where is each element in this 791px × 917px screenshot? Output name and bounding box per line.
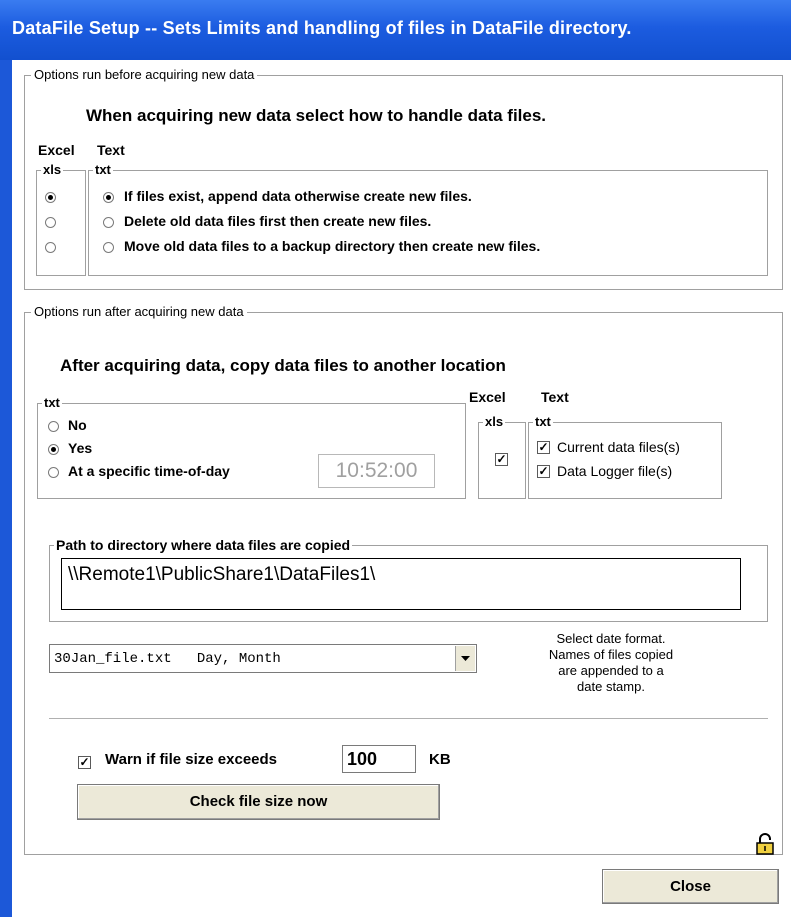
date-format-help-line: Names of files copied	[548, 647, 674, 662]
before-options-legend: Options run before acquiring new data	[31, 67, 258, 83]
after-xls-group: xls ✓	[478, 414, 526, 499]
data-logger-files-checkbox[interactable]: ✓	[537, 465, 550, 478]
current-data-files-label[interactable]: Current data files(s)	[557, 439, 680, 455]
before-txt-group: txt If files exist, append data otherwis…	[88, 162, 768, 276]
before-options-group: Options run before acquiring new data Wh…	[24, 67, 783, 290]
xls-move-radio[interactable]	[45, 242, 56, 253]
path-label: Path to directory where data files are c…	[54, 537, 353, 553]
copy-txt-label: txt	[42, 395, 62, 411]
before-excel-header: Excel	[38, 142, 75, 158]
time-of-day-input[interactable]: 10:52:00	[318, 454, 435, 488]
xls-append-radio[interactable]	[45, 192, 56, 203]
warn-size-checkbox[interactable]: ✓	[78, 756, 91, 769]
check-file-size-button[interactable]: Check file size now	[77, 784, 440, 820]
copy-no-label[interactable]: No	[68, 417, 87, 433]
txt-delete-label[interactable]: Delete old data files first then create …	[124, 213, 431, 229]
txt-delete-radio[interactable]	[103, 217, 114, 228]
before-text-header: Text	[97, 142, 125, 158]
window-left-border	[0, 60, 12, 917]
after-txt-label: txt	[533, 414, 553, 430]
txt-move-label[interactable]: Move old data files to a backup director…	[124, 238, 540, 254]
date-format-value: 30Jan_file.txt Day, Month	[54, 651, 281, 667]
copy-yes-label[interactable]: Yes	[68, 440, 92, 456]
copy-xls-checkbox[interactable]: ✓	[495, 453, 508, 466]
before-xls-label: xls	[41, 162, 64, 178]
warn-size-unit: KB	[429, 751, 451, 768]
path-group: Path to directory where data files are c…	[49, 537, 768, 622]
copy-time-radio[interactable]	[48, 467, 59, 478]
divider	[49, 718, 768, 719]
window-title: DataFile Setup -- Sets Limits and handli…	[12, 18, 632, 38]
copy-time-label[interactable]: At a specific time-of-day	[68, 463, 230, 479]
after-heading: After acquiring data, copy data files to…	[60, 356, 506, 375]
before-xls-group: xls	[36, 162, 86, 276]
date-format-select[interactable]: 30Jan_file.txt Day, Month	[49, 644, 477, 673]
warn-size-label[interactable]: Warn if file size exceeds	[105, 751, 277, 768]
warn-size-input[interactable]: 100	[342, 745, 416, 773]
close-button[interactable]: Close	[602, 869, 779, 904]
dialog-client: Options run before acquiring new data Wh…	[12, 60, 791, 917]
txt-append-radio[interactable]	[103, 192, 114, 203]
date-format-help-line: date stamp.	[577, 679, 645, 694]
before-txt-label: txt	[93, 162, 113, 178]
xls-delete-radio[interactable]	[45, 217, 56, 228]
copy-yes-radio[interactable]	[48, 444, 59, 455]
path-input[interactable]: \\Remote1\PublicShare1\DataFiles1\	[61, 558, 741, 610]
txt-move-radio[interactable]	[103, 242, 114, 253]
chevron-down-icon[interactable]	[455, 646, 475, 671]
after-options-legend: Options run after acquiring new data	[31, 304, 247, 320]
date-format-help-line: Select date format.	[556, 631, 666, 646]
after-xls-label: xls	[483, 414, 506, 430]
current-data-files-checkbox[interactable]: ✓	[537, 441, 550, 454]
copy-no-radio[interactable]	[48, 421, 59, 432]
txt-append-label[interactable]: If files exist, append data otherwise cr…	[124, 188, 472, 204]
after-excel-header: Excel	[469, 389, 506, 405]
after-text-header: Text	[541, 389, 569, 405]
date-format-help: Select date format. Names of files copie…	[511, 631, 711, 695]
after-options-group: Options run after acquiring new data Aft…	[24, 304, 783, 855]
before-heading: When acquiring new data select how to ha…	[86, 106, 547, 125]
after-txt-group: txt ✓ Current data files(s) ✓ Data Logge…	[528, 414, 722, 499]
title-bar: DataFile Setup -- Sets Limits and handli…	[0, 0, 791, 60]
copy-txt-group: txt No Yes At a specific time-of-day 10:…	[37, 395, 466, 499]
lock-icon	[755, 833, 775, 855]
date-format-help-line: are appended to a	[558, 663, 664, 678]
data-logger-files-label[interactable]: Data Logger file(s)	[557, 463, 672, 479]
